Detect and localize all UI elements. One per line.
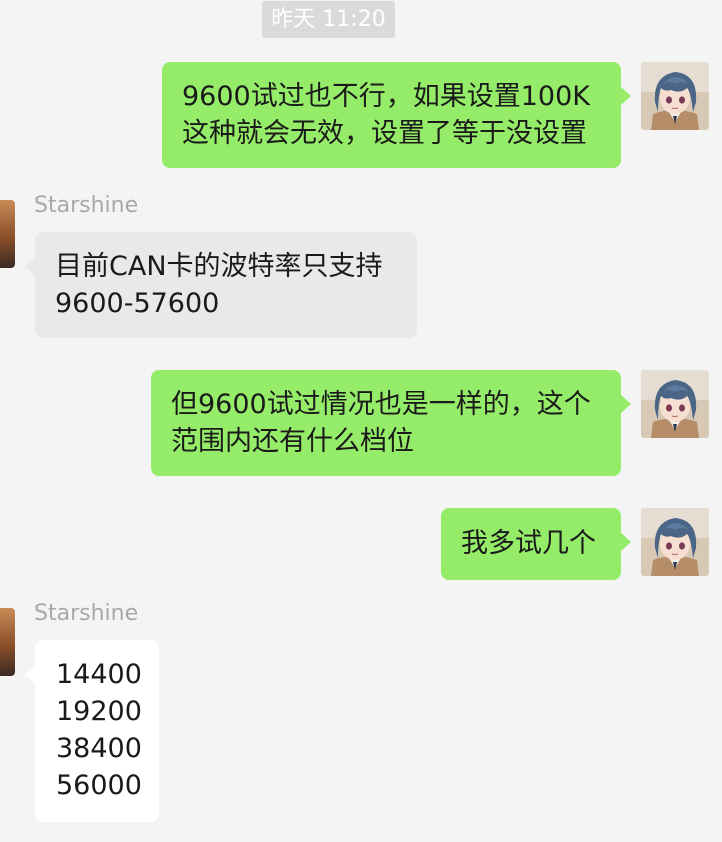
outgoing-message[interactable]: 我多试几个	[441, 508, 621, 580]
sender-name: Starshine	[34, 193, 139, 218]
message-text-line: 目前CAN卡的波特率只支持	[55, 251, 383, 282]
self-avatar-icon[interactable]	[641, 508, 709, 576]
anime-girl-avatar-icon	[641, 508, 709, 576]
sender-name: Starshine	[34, 601, 139, 626]
outgoing-message[interactable]: 9600试过也不行，如果设置100K 这种就会无效，设置了等于没设置	[162, 62, 621, 168]
message-text-line: 9600试过也不行，如果设置100K	[182, 81, 590, 112]
anime-girl-avatar-icon	[641, 62, 709, 130]
message-text-line: 我多试几个	[461, 528, 596, 559]
message-text-line: 14400	[56, 659, 142, 690]
anime-girl-avatar-icon	[641, 370, 709, 438]
message-text-line: 38400	[56, 733, 142, 764]
self-avatar-icon[interactable]	[641, 62, 709, 130]
message-text-line: 这种就会无效，设置了等于没设置	[182, 118, 587, 149]
incoming-message[interactable]: 14400 19200 38400 56000	[35, 640, 159, 822]
contact-avatar-icon[interactable]	[0, 200, 15, 268]
bubble-tail	[621, 87, 631, 105]
message-text-line: 但9600试过情况也是一样的，这个	[171, 389, 591, 420]
message-text-line: 9600-57600	[55, 288, 220, 319]
bubble-tail	[25, 258, 35, 276]
contact-avatar-icon[interactable]	[0, 608, 15, 676]
bubble-tail	[621, 533, 631, 551]
message-text-line: 56000	[56, 770, 142, 801]
outgoing-message[interactable]: 但9600试过情况也是一样的，这个 范围内还有什么档位	[151, 370, 621, 476]
message-text-line: 19200	[56, 696, 142, 727]
self-avatar-icon[interactable]	[641, 370, 709, 438]
bubble-tail	[621, 395, 631, 413]
bubble-tail	[25, 666, 35, 684]
chat-timestamp: 昨天 11:20	[262, 1, 395, 38]
incoming-message[interactable]: 目前CAN卡的波特率只支持 9600-57600	[35, 232, 417, 338]
message-text-line: 范围内还有什么档位	[171, 426, 414, 457]
